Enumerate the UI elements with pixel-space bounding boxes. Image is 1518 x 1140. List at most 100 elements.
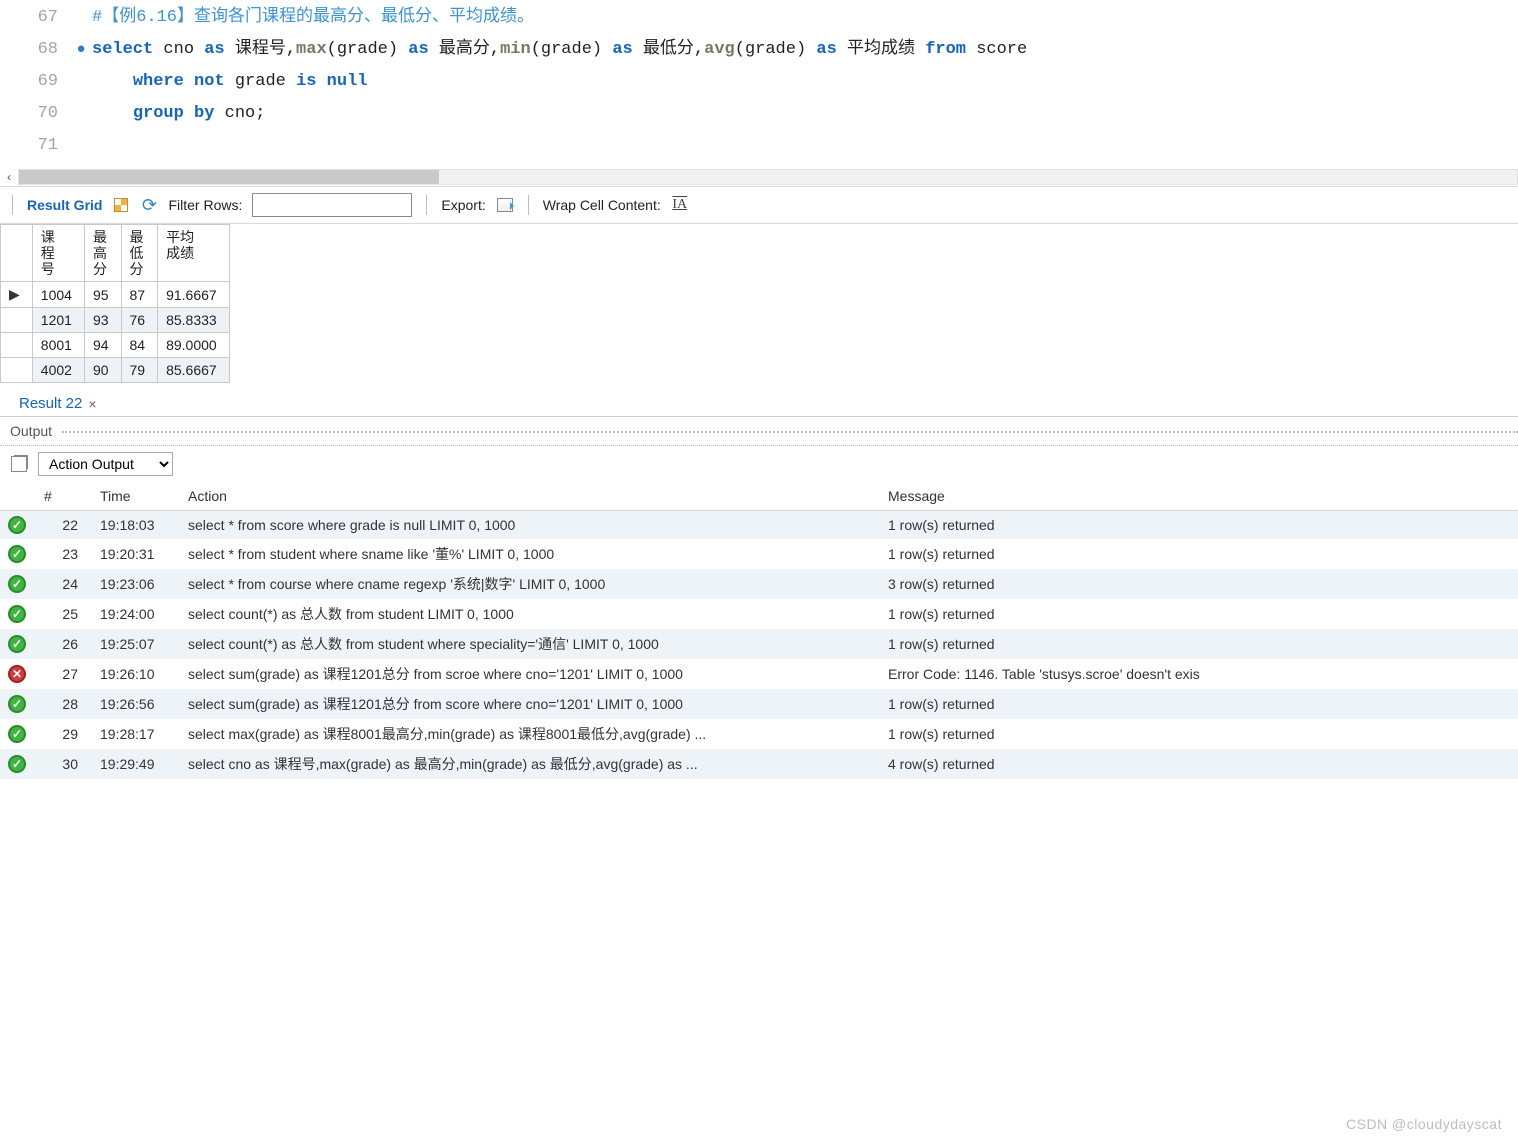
table-row[interactable]: 8001948489.0000	[1, 333, 230, 358]
log-row[interactable]: ✓2319:20:31select * from student where s…	[0, 539, 1518, 569]
wrap-cell-icon[interactable]: IA	[671, 196, 689, 214]
code-content[interactable]: group by cno;	[92, 98, 1518, 130]
grid-view-icon[interactable]	[112, 196, 130, 214]
log-message: 1 row(s) returned	[880, 719, 1518, 749]
success-icon: ✓	[8, 695, 26, 713]
sql-editor[interactable]: 67 #【例6.16】查询各门课程的最高分、最低分、平均成绩。68●select …	[0, 0, 1518, 168]
cell[interactable]: 1201	[32, 308, 84, 333]
separator	[528, 195, 529, 215]
separator	[12, 195, 13, 215]
watermark: CSDN @cloudydayscat	[1346, 1116, 1502, 1132]
col-action[interactable]: Action	[180, 482, 880, 511]
log-row[interactable]: ✓2619:25:07select count(*) as 总人数 from s…	[0, 629, 1518, 659]
table-row[interactable]: 4002907985.6667	[1, 358, 230, 383]
col-time[interactable]: Time	[92, 482, 180, 511]
result-toolbar: Result Grid ⟳ Filter Rows: Export: Wrap …	[0, 186, 1518, 224]
log-time: 19:18:03	[92, 511, 180, 540]
cell[interactable]: 1004	[32, 282, 84, 308]
log-action: select * from student where sname like '…	[180, 539, 880, 569]
log-num: 27	[36, 659, 92, 689]
result-grid[interactable]: 课程号最高分最低分平均成绩▶1004958791.66671201937685.…	[0, 224, 1518, 383]
log-message: 1 row(s) returned	[880, 599, 1518, 629]
code-content[interactable]: where not grade is null	[92, 66, 1518, 98]
cell[interactable]: 94	[84, 333, 121, 358]
code-content[interactable]: select cno as 课程号,max(grade) as 最高分,min(…	[92, 34, 1518, 66]
log-message: 3 row(s) returned	[880, 569, 1518, 599]
editor-line[interactable]: 71	[0, 130, 1518, 162]
success-icon: ✓	[8, 516, 26, 534]
log-action: select sum(grade) as 课程1201总分 from scroe…	[180, 659, 880, 689]
success-icon: ✓	[8, 725, 26, 743]
line-number: 70	[0, 98, 70, 130]
log-row[interactable]: ✓2219:18:03select * from score where gra…	[0, 511, 1518, 540]
cell[interactable]: 85.6667	[158, 358, 230, 383]
result-tab[interactable]: Result 22 ×	[12, 390, 104, 416]
cell[interactable]: 85.8333	[158, 308, 230, 333]
log-time: 19:20:31	[92, 539, 180, 569]
log-row[interactable]: ✕2719:26:10select sum(grade) as 课程1201总分…	[0, 659, 1518, 689]
row-marker[interactable]	[1, 308, 33, 333]
column-header[interactable]: 平均成绩	[158, 225, 230, 282]
log-row[interactable]: ✓2819:26:56select sum(grade) as 课程1201总分…	[0, 689, 1518, 719]
cell[interactable]: 90	[84, 358, 121, 383]
output-type-select[interactable]: Action Output	[38, 452, 173, 476]
close-icon[interactable]: ×	[88, 396, 96, 412]
breakpoint-marker[interactable]: ●	[70, 34, 92, 66]
copy-output-icon[interactable]	[10, 455, 28, 473]
table-row[interactable]: ▶1004958791.6667	[1, 282, 230, 308]
error-icon: ✕	[8, 665, 26, 683]
editor-line[interactable]: 69 where not grade is null	[0, 66, 1518, 98]
log-num: 29	[36, 719, 92, 749]
cell[interactable]: 76	[121, 308, 158, 333]
code-content[interactable]: #【例6.16】查询各门课程的最高分、最低分、平均成绩。	[92, 2, 1518, 34]
line-number: 71	[0, 130, 70, 162]
log-row[interactable]: ✓2519:24:00select count(*) as 总人数 from s…	[0, 599, 1518, 629]
table-row[interactable]: 1201937685.8333	[1, 308, 230, 333]
log-action: select count(*) as 总人数 from student wher…	[180, 629, 880, 659]
result-grid-label[interactable]: Result Grid	[27, 197, 102, 213]
col-num[interactable]: #	[36, 482, 92, 511]
log-row[interactable]: ✓2419:23:06select * from course where cn…	[0, 569, 1518, 599]
row-marker[interactable]	[1, 358, 33, 383]
line-number: 67	[0, 2, 70, 34]
log-row[interactable]: ✓3019:29:49select cno as 课程号,max(grade) …	[0, 749, 1518, 779]
log-message: Error Code: 1146. Table 'stusys.scroe' d…	[880, 659, 1518, 689]
cell[interactable]: 4002	[32, 358, 84, 383]
log-num: 25	[36, 599, 92, 629]
success-icon: ✓	[8, 545, 26, 563]
export-label: Export:	[441, 197, 485, 213]
scroll-track[interactable]	[18, 169, 1518, 185]
cell[interactable]: 89.0000	[158, 333, 230, 358]
row-marker[interactable]: ▶	[1, 282, 33, 308]
cell[interactable]: 79	[121, 358, 158, 383]
log-num: 24	[36, 569, 92, 599]
cell[interactable]: 87	[121, 282, 158, 308]
editor-line[interactable]: 68●select cno as 课程号,max(grade) as 最高分,m…	[0, 34, 1518, 66]
export-icon[interactable]	[496, 196, 514, 214]
cell[interactable]: 84	[121, 333, 158, 358]
refresh-icon[interactable]: ⟳	[140, 196, 158, 214]
cell[interactable]: 95	[84, 282, 121, 308]
success-icon: ✓	[8, 605, 26, 623]
editor-line[interactable]: 70 group by cno;	[0, 98, 1518, 130]
col-message[interactable]: Message	[880, 482, 1518, 511]
row-header-blank	[1, 225, 33, 282]
log-time: 19:24:00	[92, 599, 180, 629]
cell[interactable]: 93	[84, 308, 121, 333]
success-icon: ✓	[8, 575, 26, 593]
action-output-table[interactable]: # Time Action Message ✓2219:18:03select …	[0, 482, 1518, 779]
filter-rows-input[interactable]	[252, 193, 412, 217]
log-time: 19:28:17	[92, 719, 180, 749]
output-title: Output	[10, 423, 58, 439]
editor-line[interactable]: 67 #【例6.16】查询各门课程的最高分、最低分、平均成绩。	[0, 2, 1518, 34]
cell[interactable]: 91.6667	[158, 282, 230, 308]
editor-horizontal-scrollbar[interactable]: ‹	[0, 168, 1518, 186]
log-row[interactable]: ✓2919:28:17select max(grade) as 课程8001最高…	[0, 719, 1518, 749]
row-marker[interactable]	[1, 333, 33, 358]
column-header[interactable]: 最低分	[121, 225, 158, 282]
column-header[interactable]: 课程号	[32, 225, 84, 282]
cell[interactable]: 8001	[32, 333, 84, 358]
scroll-thumb[interactable]	[19, 170, 439, 184]
scroll-left-arrow[interactable]: ‹	[0, 170, 18, 184]
column-header[interactable]: 最高分	[84, 225, 121, 282]
